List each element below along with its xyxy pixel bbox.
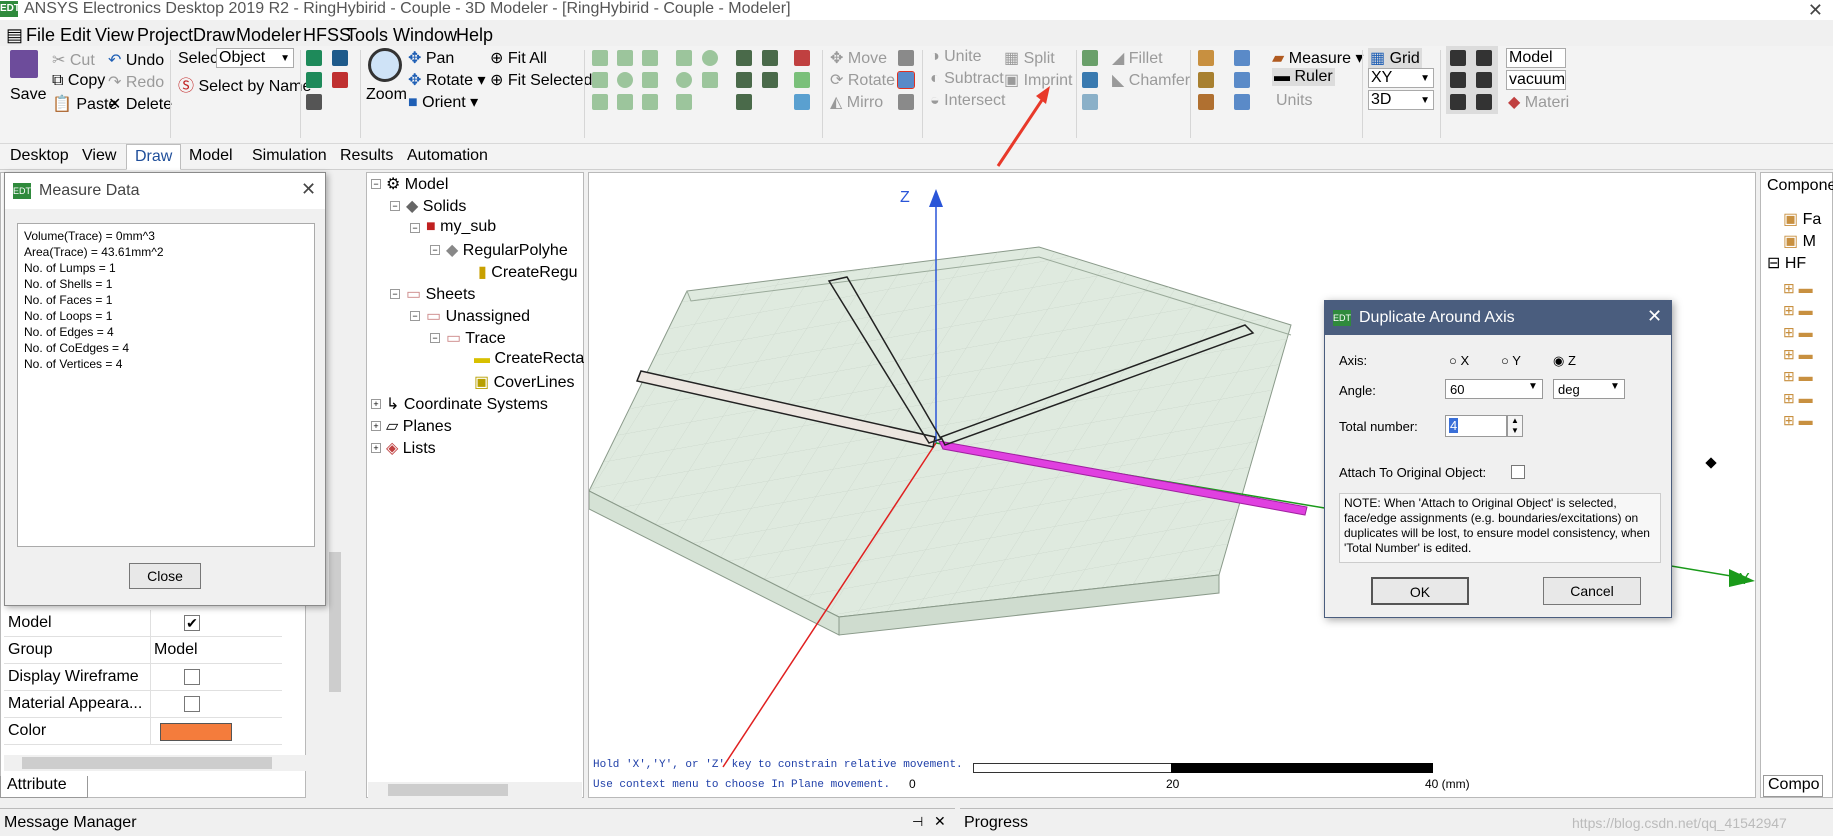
ok-button[interactable]: OK (1371, 577, 1469, 605)
watermark-text: https://blog.csdn.net/qq_41542947 (1572, 815, 1787, 831)
radio-selected-icon: ◉ (1553, 353, 1565, 368)
axis-radio-y[interactable]: ○ Y (1501, 353, 1521, 368)
message-manager-header: Message Manager ⊣ ✕ (0, 808, 955, 836)
message-manager-title: Message Manager (4, 814, 137, 831)
angle-input[interactable]: 60 ▼ (1445, 379, 1543, 399)
total-number-label: Total number: (1339, 419, 1418, 434)
dup-dialog-titlebar: EDT Duplicate Around Axis ✕ (1325, 301, 1671, 335)
tab-components[interactable]: Compo (1763, 775, 1823, 797)
cancel-button[interactable]: Cancel (1543, 577, 1641, 605)
axis-label: Axis: (1339, 353, 1368, 368)
attach-checkbox[interactable] (1511, 465, 1525, 479)
axis-radio-z[interactable]: ◉ Z (1553, 353, 1576, 369)
components-pane: Compone ▣ Fa ▣ M ⊟ HF ⊞ ▬ ⊞ ▬ ⊞ ▬ ⊞ ▬ ⊞ ▬ ⊞ ▬… (1760, 172, 1833, 798)
pin-icon[interactable]: ⊣ (912, 814, 923, 830)
total-number-spinner[interactable]: ▲ ▼ (1507, 415, 1523, 437)
radio-icon: ○ (1449, 353, 1457, 368)
component-folder-list[interactable]: ⊞ ▬ ⊞ ▬ ⊞ ▬ ⊞ ▬ ⊞ ▬ ⊞ ▬ ⊞ ▬ (1783, 277, 1813, 431)
angle-unit-dropdown[interactable]: deg ▼ (1553, 379, 1625, 399)
folder-icon: ▣ (1783, 211, 1799, 228)
annotation-arrow-ribbon (996, 93, 1048, 167)
dup-dialog-close-icon[interactable]: ✕ (1647, 306, 1662, 327)
edt-icon: EDT (1333, 310, 1351, 326)
hfss-icon: ⊟ (1767, 255, 1781, 272)
progress-title: Progress (964, 814, 1029, 831)
attach-label: Attach To Original Object: (1339, 465, 1487, 480)
component-item[interactable]: ▣ M (1783, 231, 1816, 251)
duplicate-around-axis-dialog: EDT Duplicate Around Axis ✕ Axis: ○ X ○ … (1324, 300, 1672, 618)
progress-header: Progress https://blog.csdn.net/qq_415429… (960, 808, 1833, 836)
total-number-input[interactable]: 4 (1445, 415, 1507, 437)
radio-icon: ○ (1501, 353, 1509, 368)
note-text: NOTE: When 'Attach to Original Object' i… (1339, 493, 1661, 563)
message-manager-close-icon[interactable]: ✕ (934, 813, 946, 830)
angle-label: Angle: (1339, 383, 1376, 398)
chevron-down-icon: ▼ (1610, 381, 1620, 392)
chevron-down-icon: ▼ (1528, 381, 1538, 392)
components-title: Compone (1767, 177, 1833, 194)
component-item[interactable]: ▣ Fa (1783, 209, 1821, 229)
axis-radio-x[interactable]: ○ X (1449, 353, 1469, 368)
component-item[interactable]: ⊟ HF (1767, 253, 1806, 273)
dup-dialog-title: Duplicate Around Axis (1359, 309, 1515, 326)
folder-icon: ▣ (1783, 233, 1799, 250)
